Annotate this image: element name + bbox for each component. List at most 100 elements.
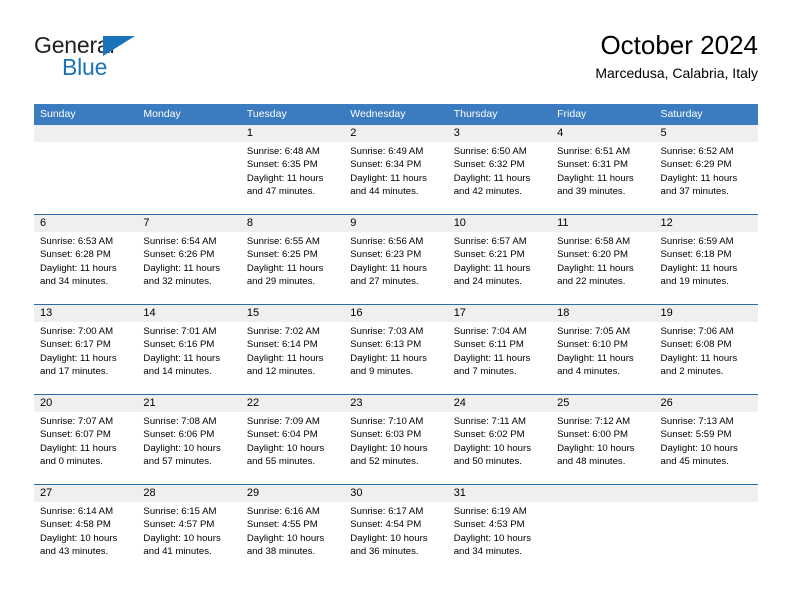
calendar-day-cell[interactable]: 26 Sunrise: 7:13 AM Sunset: 5:59 PM Dayligh… [655,395,758,484]
calendar-day-cell[interactable]: 27 Sunrise: 6:14 AM Sunset: 4:58 PM Dayligh… [34,485,137,574]
weekday-header-sunday: Sunday [40,108,76,120]
logo-generalblue[interactable]: General Blue [34,32,214,88]
calendar-day-cell-empty [34,125,137,214]
day-number: 3 [453,127,460,139]
day-details: Sunrise: 6:15 AM Sunset: 4:57 PM Daylight:… [143,505,234,559]
calendar-day-cell[interactable]: 29 Sunrise: 6:16 AM Sunset: 4:55 PM Dayligh… [241,485,344,574]
day-sunrise-text: Sunrise: 6:52 AM [660,146,734,157]
day-sunset-text: Sunset: 6:08 PM [660,339,732,351]
day-sunrise-text: Sunrise: 7:07 AM [40,416,114,427]
day-number: 27 [40,487,53,499]
day-daylight-text: Daylight: 11 hours and 17 minutes. [40,352,117,378]
calendar-day-cell[interactable]: 24 Sunrise: 7:11 AM Sunset: 6:02 PM Dayligh… [448,395,551,484]
calendar-day-cell[interactable]: 16 Sunrise: 7:03 AM Sunset: 6:13 PM Dayligh… [344,305,447,394]
day-sunrise-text: Sunrise: 6:48 AM [246,146,320,157]
calendar-day-cell[interactable]: 30 Sunrise: 6:17 AM Sunset: 4:54 PM Dayligh… [344,485,447,574]
day-number: 7 [143,217,150,229]
calendar-day-cell[interactable]: 25 Sunrise: 7:12 AM Sunset: 6:00 PM Dayligh… [551,395,654,484]
calendar-day-cell[interactable]: 8 Sunrise: 6:55 AM Sunset: 6:25 PM Daylight… [241,215,344,304]
calendar-day-cell[interactable]: 12 Sunrise: 6:59 AM Sunset: 6:18 PM Dayligh… [655,215,758,304]
calendar-day-cell[interactable]: 3 Sunrise: 6:50 AM Sunset: 6:32 PM Daylight… [448,125,551,214]
day-number: 29 [246,487,260,499]
day-details: Sunrise: 7:08 AM Sunset: 6:06 PM Daylight:… [143,415,234,469]
calendar-day-cell[interactable]: 7 Sunrise: 6:54 AM Sunset: 6:26 PM Daylight… [137,215,240,304]
day-daylight-text: Daylight: 11 hours and 4 minutes. [557,352,634,378]
calendar-day-cell[interactable]: 1 Sunrise: 6:48 AM Sunset: 6:35 PM Daylight… [241,125,344,214]
calendar-day-cell[interactable]: 28 Sunrise: 6:15 AM Sunset: 4:57 PM Dayligh… [137,485,240,574]
day-daylight-text: Daylight: 10 hours and 34 minutes. [453,532,532,558]
day-details: Sunrise: 6:14 AM Sunset: 4:58 PM Daylight:… [40,505,131,559]
day-details: Sunrise: 7:03 AM Sunset: 6:13 PM Daylight:… [350,325,441,379]
day-number: 25 [557,397,570,409]
calendar-day-cell[interactable]: 4 Sunrise: 6:51 AM Sunset: 6:31 PM Daylight… [551,125,654,214]
day-details: Sunrise: 7:00 AM Sunset: 6:17 PM Daylight:… [40,325,131,379]
calendar-week-row: 20 Sunrise: 7:07 AM Sunset: 6:07 PM Dayligh… [34,394,758,484]
day-daylight-text: Daylight: 10 hours and 43 minutes. [40,532,118,558]
day-sunrise-text: Sunrise: 6:53 AM [40,236,114,247]
day-details: Sunrise: 6:59 AM Sunset: 6:18 PM Daylight:… [661,235,752,289]
day-sunrise-text: Sunrise: 7:03 AM [350,326,424,337]
calendar-day-cell[interactable]: 31 Sunrise: 6:19 AM Sunset: 4:53 PM Dayligh… [448,485,551,574]
day-details: Sunrise: 6:57 AM Sunset: 6:21 PM Daylight:… [454,235,545,289]
calendar-day-cell[interactable]: 17 Sunrise: 7:04 AM Sunset: 6:11 PM Dayligh… [448,305,551,394]
calendar-day-cell[interactable]: 18 Sunrise: 7:05 AM Sunset: 6:10 PM Dayligh… [551,305,654,394]
calendar-day-cell-empty [655,485,758,574]
day-number: 8 [246,217,253,229]
day-sunrise-text: Sunrise: 6:54 AM [143,236,217,247]
day-sunset-text: Sunset: 6:10 PM [557,339,629,351]
day-sunset-text: Sunset: 6:31 PM [557,159,629,171]
weekday-header-row: Sunday Monday Tuesday Wednesday Thursday Frid… [34,104,758,125]
calendar-day-cell[interactable]: 11 Sunrise: 6:58 AM Sunset: 6:20 PM Dayligh… [551,215,654,304]
day-sunset-text: Sunset: 6:11 PM [453,339,524,351]
calendar-day-cell-empty [551,485,654,574]
calendar-day-cell[interactable]: 9 Sunrise: 6:56 AM Sunset: 6:23 PM Daylight… [344,215,447,304]
calendar-day-cell[interactable]: 15 Sunrise: 7:02 AM Sunset: 6:14 PM Dayligh… [241,305,344,394]
day-number: 15 [246,307,260,319]
calendar-day-cell[interactable]: 10 Sunrise: 6:57 AM Sunset: 6:21 PM Dayligh… [448,215,551,304]
weekday-header-wednesday: Wednesday [350,108,406,120]
calendar-day-cell[interactable]: 13 Sunrise: 7:00 AM Sunset: 6:17 PM Dayligh… [34,305,137,394]
calendar-week-row: 1 Sunrise: 6:48 AM Sunset: 6:35 PM Daylight… [34,125,758,214]
day-sunrise-text: Sunrise: 7:10 AM [350,416,424,427]
calendar-day-cell[interactable]: 20 Sunrise: 7:07 AM Sunset: 6:07 PM Dayligh… [34,395,137,484]
weekday-header-tuesday: Tuesday [246,108,287,120]
day-daylight-text: Daylight: 11 hours and 27 minutes. [350,262,427,288]
calendar-day-cell[interactable]: 22 Sunrise: 7:09 AM Sunset: 6:04 PM Dayligh… [241,395,344,484]
day-sunset-text: Sunset: 6:16 PM [143,339,215,351]
day-sunset-text: Sunset: 6:02 PM [453,429,525,441]
day-number: 21 [143,397,156,409]
day-number: 19 [660,307,673,319]
day-sunrise-text: Sunrise: 7:06 AM [660,326,734,337]
day-sunrise-text: Sunrise: 7:01 AM [143,326,217,337]
calendar-day-cell[interactable]: 14 Sunrise: 7:01 AM Sunset: 6:16 PM Dayligh… [137,305,240,394]
day-daylight-text: Daylight: 10 hours and 36 minutes. [350,532,428,558]
day-sunset-text: Sunset: 6:26 PM [143,249,215,261]
day-details: Sunrise: 6:55 AM Sunset: 6:25 PM Daylight:… [247,235,338,289]
day-number: 14 [143,307,156,319]
day-daylight-text: Daylight: 11 hours and 39 minutes. [557,172,634,198]
calendar-day-cell[interactable]: 2 Sunrise: 6:49 AM Sunset: 6:34 PM Daylight… [344,125,447,214]
logo-triangle-icon [103,36,135,56]
calendar-week-row: 27 Sunrise: 6:14 AM Sunset: 4:58 PM Dayligh… [34,484,758,574]
page-title: October 2024 [600,30,758,60]
day-daylight-text: Daylight: 11 hours and 34 minutes. [40,262,117,288]
day-sunrise-text: Sunrise: 6:57 AM [453,236,527,247]
day-daylight-text: Daylight: 11 hours and 12 minutes. [246,352,324,378]
calendar-day-cell[interactable]: 6 Sunrise: 6:53 AM Sunset: 6:28 PM Daylight… [34,215,137,304]
day-sunrise-text: Sunrise: 6:55 AM [246,236,320,247]
day-daylight-text: Daylight: 11 hours and 44 minutes. [350,172,427,198]
day-sunrise-text: Sunrise: 6:50 AM [453,146,527,157]
day-sunset-text: Sunset: 6:20 PM [557,249,629,261]
day-daylight-text: Daylight: 11 hours and 24 minutes. [453,262,531,288]
day-number: 23 [350,397,363,409]
calendar-day-cell[interactable]: 19 Sunrise: 7:06 AM Sunset: 6:08 PM Dayligh… [655,305,758,394]
day-sunset-text: Sunset: 6:07 PM [40,429,111,441]
calendar-day-cell[interactable]: 21 Sunrise: 7:08 AM Sunset: 6:06 PM Dayligh… [137,395,240,484]
day-daylight-text: Daylight: 10 hours and 45 minutes. [660,442,738,468]
day-daylight-text: Daylight: 11 hours and 0 minutes. [40,442,117,468]
calendar-day-cell[interactable]: 23 Sunrise: 7:10 AM Sunset: 6:03 PM Dayligh… [344,395,447,484]
day-details: Sunrise: 6:49 AM Sunset: 6:34 PM Daylight:… [350,145,441,199]
day-number: 16 [350,307,363,319]
calendar-day-cell[interactable]: 5 Sunrise: 6:52 AM Sunset: 6:29 PM Daylight… [655,125,758,214]
day-daylight-text: Daylight: 11 hours and 42 minutes. [453,172,531,198]
